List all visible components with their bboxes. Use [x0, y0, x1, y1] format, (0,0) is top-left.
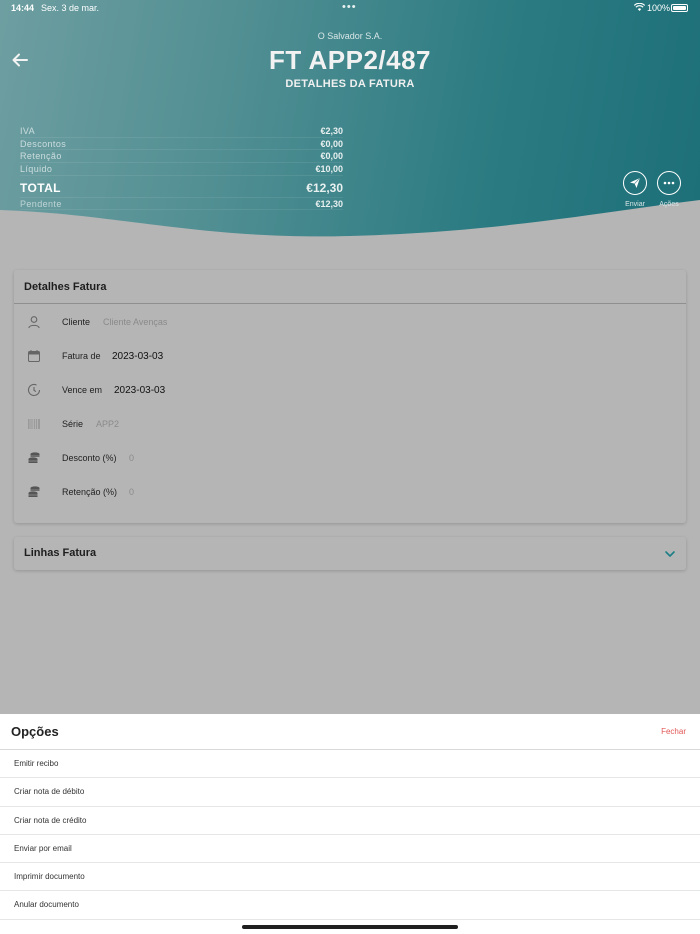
field-value: 2023-03-03: [114, 384, 166, 396]
field-value: Cliente Avenças: [103, 317, 168, 327]
send-button[interactable]: [623, 171, 647, 195]
more-actions-label: Ações: [659, 201, 679, 208]
field-value: 0: [129, 487, 135, 497]
status-date: Sex. 3 de mar.: [41, 3, 100, 13]
totals-row-value: €0,00: [320, 138, 343, 149]
field-label: Desconto (%): [62, 453, 117, 463]
totals-row-label: Descontos: [20, 138, 67, 149]
totals-row: Retenção €0,00: [20, 150, 343, 164]
option-credit-note[interactable]: Criar nota de crédito: [0, 807, 700, 835]
field-client[interactable]: Cliente Cliente Avenças: [14, 312, 686, 332]
company-name: O Salvador S.A.: [317, 31, 383, 41]
field-value: APP2: [96, 419, 120, 429]
field-invoice-date[interactable]: Fatura de 2023-03-03: [14, 346, 686, 366]
totals-row-value: €10,00: [315, 164, 343, 175]
field-value: 2023-03-03: [112, 350, 164, 362]
battery-percentage: 100%: [647, 3, 671, 13]
paper-plane-icon: [630, 177, 641, 188]
field-discount[interactable]: Desconto (%) 0: [14, 448, 686, 468]
pending-label: Pendente: [20, 198, 62, 209]
card-title: Detalhes Fatura: [14, 270, 686, 304]
person-icon: [28, 316, 40, 329]
total-row: TOTAL €12,30: [20, 178, 343, 198]
coins-icon: [28, 452, 40, 463]
invoice-details-card: Detalhes Fatura Cliente Cliente Avenças …: [14, 270, 686, 523]
sheet-header: Opções Fechar: [0, 714, 700, 750]
option-print-document[interactable]: Imprimir documento: [0, 863, 700, 892]
battery-icon: [671, 4, 688, 12]
field-value: 0: [129, 453, 135, 463]
totals-row: IVA €2,30: [20, 125, 343, 138]
coins-icon: [28, 486, 40, 497]
home-indicator[interactable]: [242, 925, 458, 929]
totals-summary: IVA €2,30 Descontos €0,00 Retenção €0,00…: [20, 125, 343, 211]
field-due-date[interactable]: Vence em 2023-03-03: [14, 380, 686, 400]
multitasking-dots-icon[interactable]: •••: [342, 1, 357, 13]
close-button[interactable]: Fechar: [661, 727, 686, 736]
field-label: Vence em: [62, 385, 103, 395]
field-series[interactable]: Série APP2: [14, 414, 686, 434]
calendar-icon: [28, 350, 40, 362]
card-title: Linhas Fatura: [24, 547, 97, 559]
total-value: €12,30: [306, 180, 343, 195]
page-title: FT APP2/487: [268, 45, 432, 75]
option-void-document[interactable]: Anular documento: [0, 891, 700, 920]
totals-row-value: €2,30: [320, 126, 343, 136]
field-withholding[interactable]: Retenção (%) 0: [14, 482, 686, 502]
totals-row: Descontos €0,00: [20, 138, 343, 151]
wifi-icon: [634, 3, 645, 11]
totals-row-label: IVA: [20, 126, 36, 136]
sheet-title: Opções: [11, 724, 59, 739]
totals-row-label: Líquido: [20, 164, 53, 175]
pending-value: €12,30: [315, 198, 343, 209]
more-dots-icon: [663, 181, 675, 185]
status-bar: 14:44 Sex. 3 de mar. ••• 100%: [0, 0, 700, 18]
options-sheet: Opções Fechar Emitir recibo Criar nota d…: [0, 714, 700, 934]
totals-row-value: €0,00: [320, 151, 343, 162]
barcode-icon: [28, 419, 40, 429]
totals-row-label: Retenção: [20, 151, 62, 162]
more-actions-button[interactable]: [657, 171, 681, 195]
total-label: TOTAL: [20, 180, 61, 195]
option-issue-receipt[interactable]: Emitir recibo: [0, 750, 700, 779]
option-send-email[interactable]: Enviar por email: [0, 835, 700, 864]
pending-row: Pendente €12,30: [20, 198, 343, 211]
status-time: 14:44: [11, 3, 35, 13]
page-subtitle: DETALHES DA FATURA: [285, 78, 415, 90]
field-label: Fatura de: [62, 351, 101, 361]
field-label: Série: [62, 419, 84, 429]
chevron-down-icon[interactable]: [664, 548, 676, 560]
invoice-lines-card[interactable]: Linhas Fatura: [14, 537, 686, 570]
field-label: Cliente: [62, 317, 91, 327]
invoice-header: 14:44 Sex. 3 de mar. ••• 100% O Salvador…: [0, 0, 700, 240]
clock-icon: [27, 383, 41, 396]
option-debit-note[interactable]: Criar nota de débito: [0, 778, 700, 807]
totals-row: Líquido €10,00: [20, 163, 343, 176]
field-label: Retenção (%): [62, 487, 118, 497]
